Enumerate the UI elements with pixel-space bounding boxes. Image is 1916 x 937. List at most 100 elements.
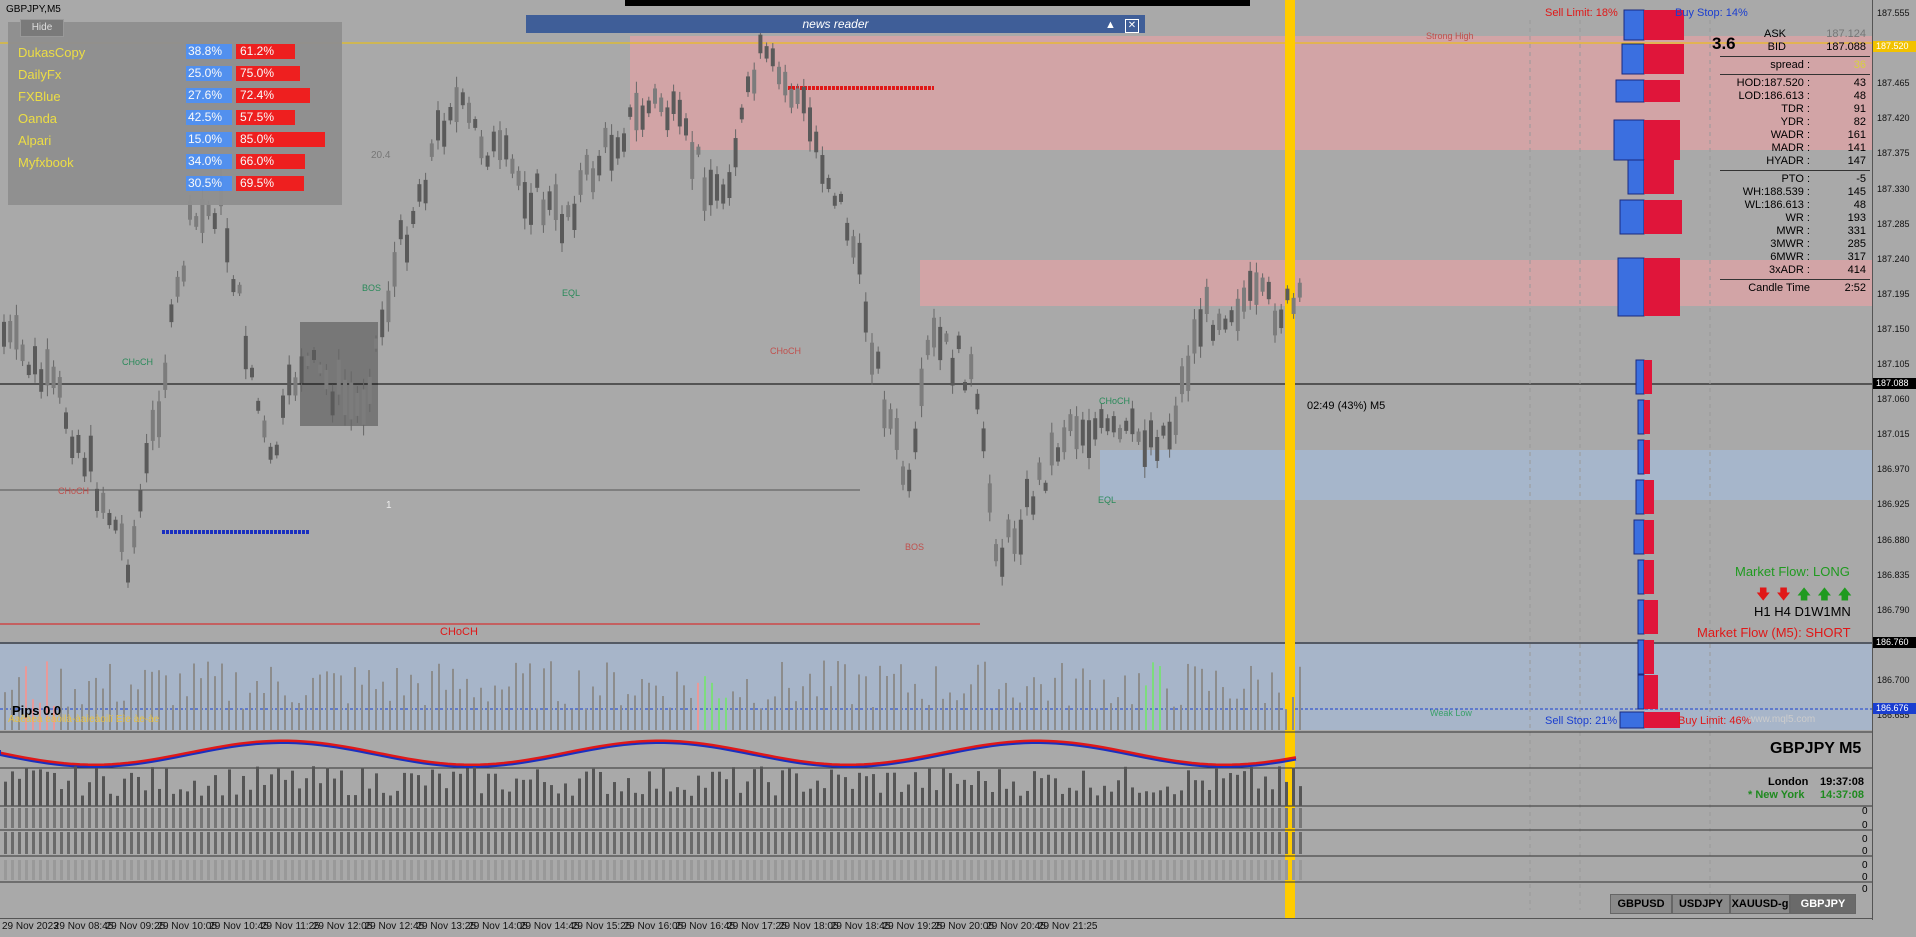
candle-body bbox=[801, 86, 806, 114]
histogram-bar bbox=[123, 832, 126, 854]
candle-body bbox=[33, 346, 37, 375]
news-reader-bar[interactable]: news reader ▲ ✕ bbox=[526, 15, 1145, 33]
histogram-bar bbox=[277, 860, 280, 880]
buy-percent: 27.6% bbox=[186, 88, 232, 103]
histogram-bar bbox=[1173, 832, 1176, 854]
buy-volume-bar bbox=[1619, 199, 1645, 235]
info-label: 6MWR : bbox=[1770, 251, 1810, 263]
candle-body bbox=[758, 34, 763, 54]
histogram-bar bbox=[536, 808, 539, 828]
histogram-bar bbox=[25, 767, 28, 806]
price-tick: 186.700 bbox=[1877, 674, 1910, 685]
hide-button[interactable]: Hide bbox=[20, 19, 64, 37]
arrow-up-icon: 🡅 bbox=[1796, 586, 1812, 602]
candle-body bbox=[237, 284, 242, 294]
histogram-bar bbox=[1264, 860, 1267, 880]
strong-high-label: Strong High bbox=[1426, 31, 1474, 41]
candle-body bbox=[584, 154, 589, 175]
close-icon[interactable]: ✕ bbox=[1125, 19, 1139, 33]
time-tick: 29 Nov 15:25 bbox=[571, 921, 632, 932]
candle-body bbox=[119, 523, 124, 552]
histogram-bar bbox=[893, 860, 896, 880]
histogram-bar bbox=[921, 787, 924, 806]
histogram-bar bbox=[844, 777, 847, 806]
histogram-bar bbox=[865, 832, 868, 854]
candle-body bbox=[243, 335, 248, 370]
histogram-bar bbox=[739, 808, 742, 828]
candle-body bbox=[150, 409, 155, 441]
histogram-bar bbox=[109, 860, 112, 880]
sell-volume-bar bbox=[1644, 120, 1680, 160]
symbol-button-xauusd-g[interactable]: XAUUSD-g bbox=[1730, 894, 1790, 914]
volume-bar bbox=[312, 677, 314, 730]
candle-body bbox=[789, 88, 794, 108]
histogram-bar bbox=[879, 860, 882, 880]
histogram-bar bbox=[1117, 808, 1120, 828]
buy-volume-bar bbox=[1617, 257, 1645, 317]
candle-body bbox=[336, 359, 341, 395]
smc-choch-label: CHoCH bbox=[122, 357, 154, 367]
histogram-bar bbox=[207, 832, 210, 854]
volume-bar bbox=[935, 666, 937, 730]
price-tick: 187.060 bbox=[1877, 394, 1910, 405]
histogram-bar bbox=[557, 832, 560, 854]
candle-body bbox=[1204, 286, 1209, 314]
price-tick: 186.835 bbox=[1877, 569, 1910, 580]
symbol-button-gbpusd[interactable]: GBPUSD bbox=[1610, 894, 1672, 914]
candle-body bbox=[95, 488, 99, 511]
candle-body bbox=[1136, 431, 1141, 442]
histogram-bar bbox=[81, 860, 84, 880]
candle-body bbox=[250, 367, 254, 378]
symbol-button-usdjpy[interactable]: USDJPY bbox=[1672, 894, 1730, 914]
histogram-bar bbox=[200, 832, 203, 854]
histogram-bar bbox=[1243, 860, 1246, 880]
histogram-bar bbox=[151, 767, 154, 806]
candle-body bbox=[1074, 416, 1079, 450]
histogram-bar bbox=[46, 860, 49, 880]
info-row: MADR : 141 bbox=[1720, 142, 1870, 155]
histogram-bar bbox=[11, 832, 14, 854]
histogram-bar bbox=[95, 860, 98, 880]
volume-bar bbox=[319, 674, 321, 730]
histogram-bar bbox=[228, 769, 231, 806]
sell-volume-bar bbox=[1644, 480, 1654, 514]
candle-body bbox=[919, 368, 924, 407]
histogram-bar bbox=[557, 808, 560, 828]
histogram-bar bbox=[1201, 808, 1204, 828]
volume-bar bbox=[970, 684, 972, 730]
histogram-bar bbox=[340, 860, 343, 880]
histogram-bar bbox=[802, 860, 805, 880]
candle-body bbox=[479, 136, 484, 159]
buy-volume-bar bbox=[1637, 399, 1645, 435]
arrow-up-icon: 🡅 bbox=[1837, 586, 1853, 602]
volume-bar bbox=[1271, 672, 1273, 730]
histogram-bar bbox=[620, 832, 623, 854]
symbol-button-gbpjpy[interactable]: GBPJPY bbox=[1790, 894, 1856, 914]
histogram-bar bbox=[137, 776, 140, 806]
info-value: -5 bbox=[1856, 173, 1866, 185]
histogram-bar bbox=[1194, 832, 1197, 854]
top-bar bbox=[625, 0, 1250, 6]
candle-body bbox=[380, 309, 385, 338]
buy-volume-bar bbox=[1637, 559, 1645, 595]
candle-body bbox=[826, 177, 831, 190]
volume-bar bbox=[242, 708, 244, 730]
histogram-bar bbox=[1075, 790, 1078, 806]
histogram-bar bbox=[291, 832, 294, 854]
info-row: HYADR : 147 bbox=[1720, 155, 1870, 168]
histogram-bar bbox=[1026, 790, 1029, 806]
volume-bar bbox=[907, 692, 909, 730]
histogram-bar bbox=[1110, 791, 1113, 806]
candle-body bbox=[1111, 416, 1116, 433]
histogram-bar bbox=[410, 773, 413, 806]
volume-bar bbox=[1222, 687, 1224, 730]
market-flow-short: Market Flow (M5): SHORT bbox=[1697, 625, 1851, 640]
histogram-bar bbox=[858, 860, 861, 880]
histogram-bar bbox=[221, 808, 224, 828]
collapse-icon[interactable]: ▲ bbox=[1105, 19, 1116, 31]
histogram-bar bbox=[767, 782, 770, 806]
histogram-bar bbox=[361, 860, 364, 880]
candle-body bbox=[126, 564, 130, 583]
candle-body bbox=[1031, 496, 1036, 515]
candle-body bbox=[1248, 270, 1253, 301]
